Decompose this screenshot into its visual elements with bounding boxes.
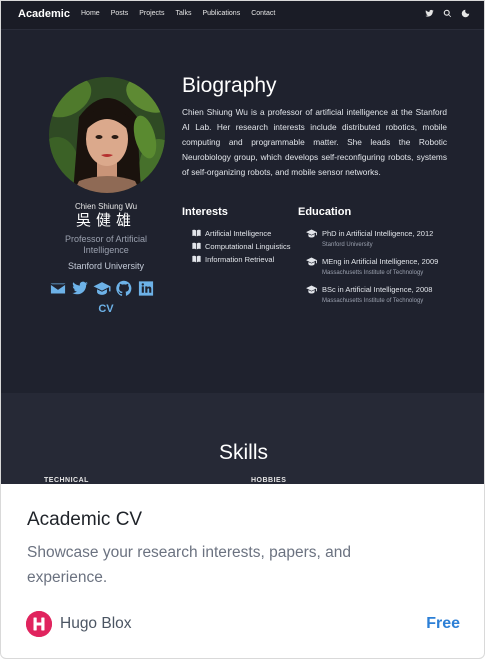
preview-navbar: Academic Home Posts Projects Talks Publi… [1, 1, 484, 30]
graduation-cap-icon[interactable] [93, 280, 111, 297]
skills-hobbies-heading: HOBBIES [251, 477, 287, 484]
education-degree: BSc in Artificial Intelligence, 2008 [322, 285, 433, 294]
template-preview[interactable]: Academic Home Posts Projects Talks Publi… [1, 1, 484, 484]
graduation-cap-icon [306, 285, 317, 294]
education-institution: Massachusetts Institute of Technology [322, 298, 424, 304]
education-title: Education [298, 206, 352, 218]
twitter-icon[interactable] [425, 9, 434, 18]
navbar-links: Home Posts Projects Talks Publications C… [81, 10, 275, 17]
interest-label: Information Retrieval [205, 255, 275, 264]
book-icon [192, 229, 201, 237]
interest-label: Artificial Intelligence [205, 229, 272, 238]
envelope-icon[interactable] [49, 280, 67, 297]
cv-link[interactable]: CV [31, 303, 181, 315]
graduation-cap-icon [306, 257, 317, 266]
linkedin-icon[interactable] [137, 280, 155, 297]
list-item: MEng in Artificial Intelligence, 2009 Mas… [306, 255, 456, 278]
hugo-blox-logo [26, 611, 52, 637]
skills-technical-heading: TECHNICAL [44, 477, 89, 484]
nav-link-contact[interactable]: Contact [251, 10, 275, 17]
list-item: BSc in Artificial Intelligence, 2008 Mass… [306, 283, 456, 306]
interests-list: Artificial Intelligence Computational Li… [192, 227, 292, 266]
moon-icon[interactable] [461, 9, 470, 18]
education-institution: Massachusetts Institute of Technology [322, 270, 424, 276]
book-icon [192, 242, 201, 250]
navbar-brand[interactable]: Academic [18, 8, 70, 20]
profile-name-chinese: 吳健雄 [75, 211, 136, 229]
book-icon [192, 255, 201, 263]
education-degree: PhD in Artificial Intelligence, 2012 [322, 229, 434, 238]
nav-link-posts[interactable]: Posts [111, 10, 129, 17]
biography-text: Chien Shiung Wu is a professor of artifi… [182, 107, 447, 177]
card-description: Showcase your research interests, papers… [27, 544, 351, 586]
template-card[interactable]: Academic Home Posts Projects Talks Publi… [0, 0, 485, 659]
skills-section [1, 393, 484, 484]
list-item: Artificial Intelligence [192, 227, 292, 240]
nav-link-talks[interactable]: Talks [176, 10, 192, 17]
education-institution: Stanford University [322, 242, 373, 248]
publisher-name[interactable]: Hugo Blox [60, 615, 132, 633]
skills-title: Skills [218, 441, 268, 464]
education-list: PhD in Artificial Intelligence, 2012 Stan… [306, 227, 456, 311]
profile-university[interactable]: Stanford University [31, 261, 181, 271]
list-item: PhD in Artificial Intelligence, 2012 Stan… [306, 227, 456, 250]
github-icon[interactable] [115, 280, 133, 297]
nav-link-publications[interactable]: Publications [202, 10, 240, 17]
card-title[interactable]: Academic CV [27, 509, 142, 531]
price-badge: Free [426, 615, 460, 632]
search-icon[interactable] [443, 9, 452, 18]
biography-title: Biography [182, 74, 277, 97]
list-item: Computational Linguistics [192, 240, 292, 253]
education-degree: MEng in Artificial Intelligence, 2009 [322, 257, 439, 266]
profile-role: Professor of Artificial Intelligence [64, 234, 148, 255]
navbar-icons [425, 9, 470, 18]
graduation-cap-icon [306, 229, 317, 238]
nav-link-home[interactable]: Home [81, 10, 100, 17]
list-item: Information Retrieval [192, 253, 292, 266]
interest-label: Computational Linguistics [205, 242, 291, 251]
social-links [49, 280, 155, 297]
twitter-icon[interactable] [71, 280, 89, 297]
nav-link-projects[interactable]: Projects [139, 10, 164, 17]
profile-avatar [49, 77, 165, 193]
interests-title: Interests [182, 206, 228, 218]
